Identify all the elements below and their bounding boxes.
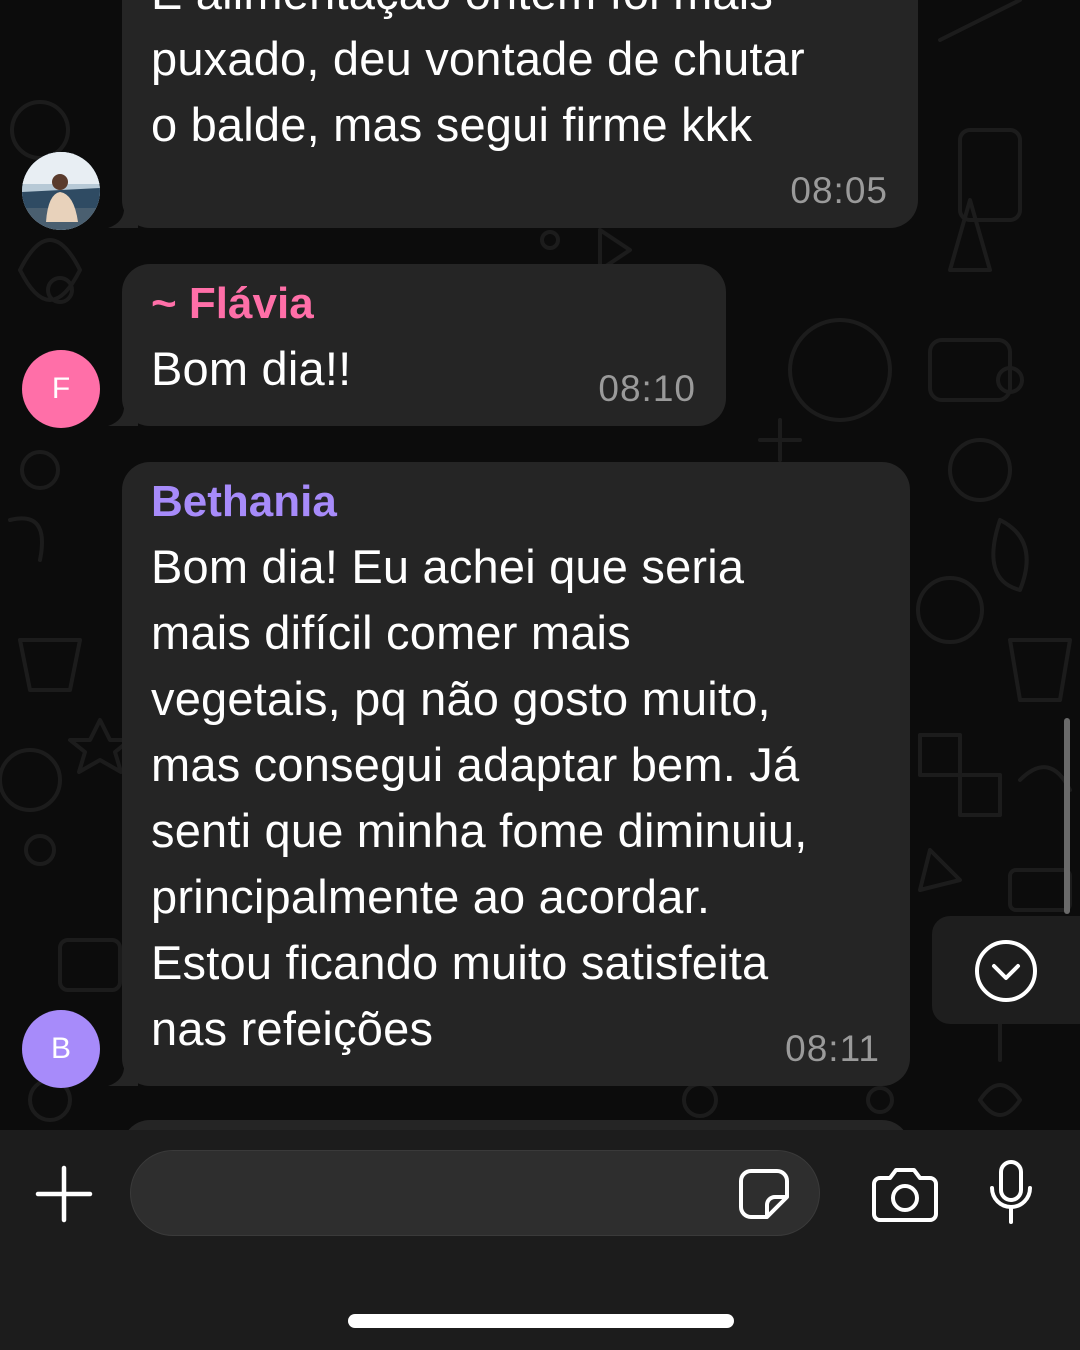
scroll-to-bottom-button[interactable] <box>932 916 1080 1024</box>
message-bubble[interactable]: Bethania Bom dia! Eu achei que seria mai… <box>108 462 910 1086</box>
message-list[interactable]: E alimentação ontem foi mais puxado, deu… <box>0 0 1080 1130</box>
profile-photo-icon <box>22 152 100 230</box>
avatar[interactable]: F <box>22 350 100 428</box>
message-timestamp: 08:05 <box>790 170 888 211</box>
sender-name[interactable]: Bethania <box>151 476 337 528</box>
message-bubble[interactable]: ~ Flávia Bom dia!! 08:10 <box>108 264 726 426</box>
message-input[interactable] <box>161 1169 725 1221</box>
avatar-initial: F <box>51 372 71 405</box>
sticker-button[interactable] <box>737 1167 791 1226</box>
plus-icon <box>35 1165 93 1223</box>
avatar[interactable] <box>22 152 100 230</box>
sender-name[interactable]: ~ Flávia <box>151 278 314 330</box>
message-text: E alimentação ontem foi mais puxado, deu… <box>151 0 805 151</box>
message-bubble[interactable] <box>122 1120 910 1130</box>
attach-button[interactable] <box>34 1164 94 1229</box>
message-text: Bom dia!! <box>151 342 352 395</box>
chat-screen: E alimentação ontem foi mais puxado, deu… <box>0 0 1080 1350</box>
message-text: Bom dia! Eu achei que seria mais difícil… <box>151 540 808 1055</box>
voice-message-button[interactable] <box>988 1160 1034 1231</box>
message-timestamp: 08:10 <box>598 368 696 409</box>
microphone-icon <box>990 1160 1032 1224</box>
message-timestamp: 08:11 <box>785 1028 880 1069</box>
message-input-field[interactable] <box>130 1150 820 1236</box>
avatar[interactable]: B <box>22 1010 100 1088</box>
bubble-tail <box>108 1062 138 1086</box>
chevron-down-icon <box>975 940 1037 1002</box>
camera-button[interactable] <box>872 1166 938 1227</box>
home-indicator[interactable] <box>348 1314 734 1328</box>
sticker-icon <box>739 1169 789 1219</box>
scrollbar[interactable] <box>1064 718 1070 914</box>
avatar-initial: B <box>50 1032 71 1065</box>
bubble-tail <box>108 402 138 426</box>
camera-icon <box>872 1168 938 1222</box>
message-bubble[interactable]: E alimentação ontem foi mais puxado, deu… <box>108 0 918 228</box>
bubble-tail <box>108 204 138 228</box>
